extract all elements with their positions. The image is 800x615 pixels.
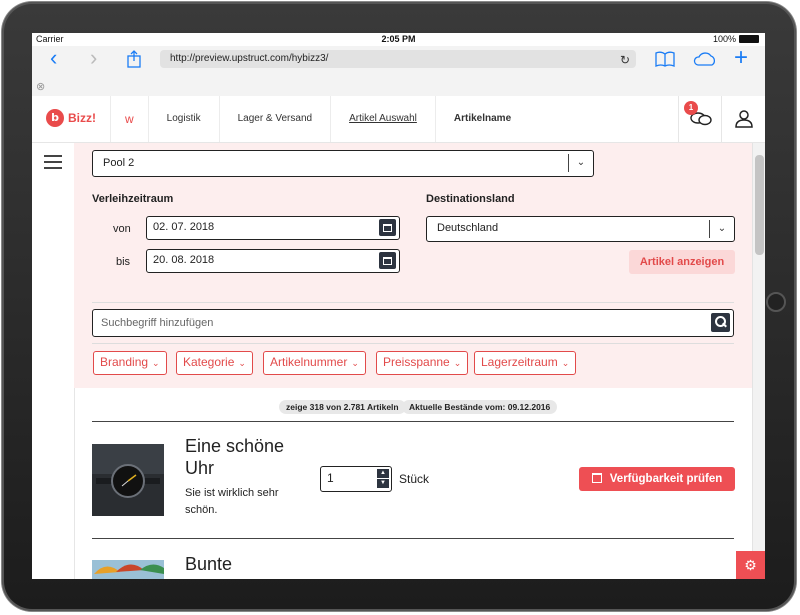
product-title-line: Eine schöne (185, 436, 285, 456)
chevron-down-icon: ⌄ (152, 358, 160, 368)
result-count-badge: zeige 318 von 2.781 Artikeln (279, 400, 406, 414)
logo-text: Bizz! (68, 111, 96, 125)
screen: Carrier 2:05 PM 100% ‹ › http://preview.… (32, 33, 765, 579)
calendar-icon[interactable] (379, 219, 396, 236)
chip-label: Lagerzeitraum (481, 355, 558, 369)
user-icon (735, 110, 753, 128)
back-icon[interactable]: ‹ (50, 46, 57, 70)
chevron-down-icon: ⌄ (561, 358, 570, 368)
destination-select[interactable]: Deutschland ⌄ (426, 216, 735, 242)
destination-label: Destinationsland (426, 193, 515, 205)
chevron-down-icon: ⌄ (709, 220, 734, 238)
stock-date-badge: Aktuelle Bestände vom: 09.12.2016 (402, 400, 558, 414)
filter-chip-kategorie[interactable]: Kategorie ⌄ (176, 351, 253, 375)
chevron-down-icon: ⌄ (238, 358, 246, 368)
address-bar[interactable]: http://preview.upstruct.com/hybizz3/ ↻ (160, 50, 636, 68)
scrollbar-thumb[interactable] (755, 155, 764, 255)
battery-icon (739, 35, 759, 43)
quantity-stepper[interactable]: 1 ▲ ▼ (320, 466, 392, 492)
logo[interactable]: b Bizz! (46, 109, 96, 127)
product-description-line: schön. (185, 504, 218, 516)
filter-chip-lagerzeitraum[interactable]: Lagerzeitraum ⌄ (474, 351, 577, 375)
filter-chip-preisspanne[interactable]: Preisspanne ⌄ (376, 351, 469, 375)
divider (92, 538, 734, 539)
breadcrumb-logistik[interactable]: Logistik (147, 96, 219, 142)
settings-gear-icon[interactable]: ⚙ (736, 551, 765, 579)
decrement-icon[interactable]: ▼ (377, 479, 389, 488)
home-crumb-icon[interactable]: w (110, 96, 148, 142)
quantity-unit: Stück (399, 472, 430, 486)
breadcrumb-artikel-auswahl[interactable]: Artikel Auswahl (330, 96, 435, 142)
browser-toolbar: ‹ › http://preview.upstruct.com/hybizz3/… (32, 46, 765, 96)
battery-indicator: 100% (713, 34, 759, 44)
menu-icon[interactable] (44, 155, 62, 173)
logo-mark: b (46, 109, 64, 127)
from-date-input[interactable]: 02. 07. 2018 (146, 216, 400, 240)
bookmarks-icon[interactable] (654, 50, 676, 68)
product-title-line: Uhr (185, 458, 215, 478)
chevron-down-icon: ⌄ (453, 358, 462, 368)
calendar-icon[interactable] (379, 252, 396, 269)
pool-select[interactable]: Pool 2 ⌄ (92, 150, 594, 177)
share-icon[interactable] (126, 50, 142, 68)
from-date-value: 02. 07. 2018 (153, 221, 215, 233)
product-title[interactable]: Bunte (185, 553, 232, 575)
pool-value: Pool 2 (103, 157, 135, 169)
breadcrumb-current: Artikelname (434, 96, 529, 142)
divider (92, 421, 734, 422)
app-header: b Bizz! w Logistik Lager & Versand Artik… (32, 96, 765, 143)
reload-icon[interactable]: ↻ (620, 51, 630, 69)
close-tab-icon[interactable]: ⊗ (36, 80, 45, 93)
product-description-line: Sie ist wirklich sehr (185, 487, 279, 499)
chip-label: Branding (100, 355, 149, 369)
product-title[interactable]: Eine schöne Uhr (185, 435, 284, 479)
quantity-value: 1 (327, 471, 334, 485)
to-label: bis (116, 256, 131, 268)
notification-badge: 1 (684, 101, 698, 115)
search-field[interactable]: Suchbegriff hinzufügen (92, 309, 734, 337)
check-availability-label: Verfügbarkeit prüfen (609, 473, 723, 485)
show-articles-button[interactable]: Artikel anzeigen (629, 250, 735, 274)
cloud-icon[interactable] (692, 51, 718, 67)
forward-icon[interactable]: › (90, 46, 97, 70)
chip-label: Artikelnummer (270, 355, 348, 369)
breadcrumb-lager-versand[interactable]: Lager & Versand (218, 96, 331, 142)
filter-chip-branding[interactable]: Branding ⌄ (93, 351, 167, 375)
product-description: Sie ist wirklich sehr schön. (185, 485, 279, 519)
battery-percent: 100% (712, 34, 736, 44)
product-image-umbrellas[interactable] (92, 560, 164, 579)
chip-label: Kategorie (183, 355, 235, 369)
breadcrumb: w Logistik Lager & Versand Artikel Auswa… (110, 96, 529, 142)
search-placeholder: Suchbegriff hinzufügen (101, 317, 214, 329)
check-availability-button[interactable]: Verfügbarkeit prüfen (579, 467, 735, 491)
to-date-value: 20. 08. 2018 (153, 254, 215, 266)
product-title-line: Bunte (185, 554, 233, 574)
url-text: http://preview.upstruct.com/hybizz3/ (170, 53, 329, 64)
divider (92, 343, 734, 344)
user-button[interactable] (721, 96, 765, 142)
clock: 2:05 PM (381, 34, 416, 44)
messages-button[interactable]: 1 (678, 96, 723, 142)
destination-value: Deutschland (437, 222, 499, 234)
new-tab-icon[interactable]: + (734, 46, 748, 70)
period-label: Verleihzeitraum (92, 193, 174, 205)
chevron-down-icon: ⌄ (351, 358, 359, 368)
from-label: von (113, 223, 131, 235)
chevron-down-icon: ⌄ (568, 154, 593, 172)
divider (92, 302, 734, 303)
increment-icon[interactable]: ▲ (377, 469, 389, 478)
home-button[interactable] (766, 292, 786, 312)
chip-label: Preisspanne (383, 355, 450, 369)
product-image-watch[interactable] (92, 444, 164, 516)
sidebar (32, 143, 75, 579)
to-date-input[interactable]: 20. 08. 2018 (146, 249, 400, 273)
search-icon[interactable] (711, 313, 730, 332)
scrollbar[interactable] (752, 143, 765, 579)
status-bar: Carrier 2:05 PM 100% (32, 33, 765, 46)
calendar-icon (591, 473, 602, 483)
filter-chip-artikelnummer[interactable]: Artikelnummer ⌄ (263, 351, 366, 375)
